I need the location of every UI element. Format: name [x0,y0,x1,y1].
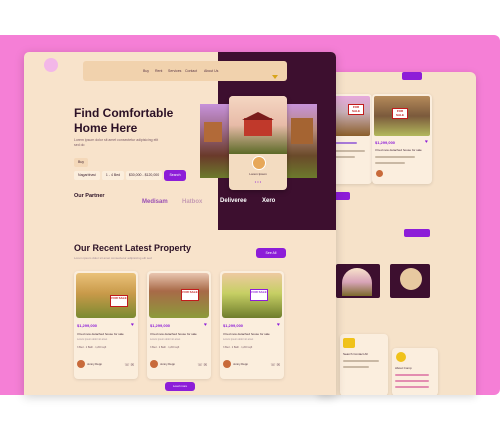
contact-icons[interactable]: ☏ ✉ [271,362,280,367]
for-sale-sign: FOR SALE [110,295,128,307]
avatar [376,170,383,177]
property-features: 3 Bed · 2 Bath · 1,200 sqft [223,346,253,349]
navbar: Buy Rent Services Contact About Us [83,61,287,81]
property-card-2[interactable]: FOR SALE $1,299,000 ♥ 3 bed new detached… [147,271,211,379]
property-address: Lorem ipsum dolor sit amet [150,338,181,341]
recent-section-subtitle: Lorem ipsum dolor sit amet consectetur a… [74,256,152,260]
hero-subtitle: Lorem ipsum dolor sit amet consectetur a… [74,138,159,147]
contact-icons[interactable]: ☏ ✉ [125,362,134,367]
avatar [150,360,158,368]
back-card-desc: 3 bed new detached house for sale [375,148,422,152]
property-image: FOR SALE [222,273,282,318]
see-all-button[interactable]: See All [256,248,286,258]
back-about-card[interactable]: About Comp [392,348,438,395]
featured-property-card[interactable]: Lorem Ipsum • • • [229,96,287,190]
recent-section-title: Our Recent Latest Property [74,243,192,253]
search-button[interactable]: Search [164,170,186,181]
nav-rent[interactable]: Rent [155,69,162,73]
contact-icons[interactable]: ☏ ✉ [198,362,207,367]
heart-icon[interactable]: ♥ [131,322,134,328]
nav-contact[interactable]: Contact [185,69,197,73]
property-image: FOR SALE [149,273,209,318]
avatar [252,156,266,170]
smile-icon [396,352,406,362]
partner-deliveree: Deliveree [220,198,247,204]
back-contact-card[interactable]: Search Contact All [340,334,388,395]
back-card-price: $1,299,000 [375,140,396,145]
load-more-button[interactable]: Load more [165,382,195,391]
back-contact-label: Search Contact All [343,352,368,356]
logo-icon [44,58,58,72]
hero-photo-left [200,104,230,178]
back-top-button[interactable] [402,72,422,80]
property-desc: 3 bed new detached house for sale [223,332,270,336]
property-address: Lorem ipsum dolor sit amet [223,338,254,341]
property-address: Lorem ipsum dolor sit amet [77,338,108,341]
agent-name: Jonny Depp [160,362,175,366]
carousel-dots[interactable]: • • • [229,179,287,184]
agent-name: Jonny Depp [233,362,248,366]
heart-icon[interactable]: ♥ [204,322,207,328]
heart-icon[interactable]: ♥ [277,322,280,328]
back-gallery-photo-1 [336,264,380,298]
for-sale-sign: FOR SALE [250,289,268,301]
nav-about[interactable]: About Us [204,69,218,73]
bedroom-select[interactable]: 1 - 4 Bed [102,171,124,180]
property-price: $1,299,000 [77,323,98,328]
partner-title: Our Partner [74,193,105,199]
featured-name: Lorem Ipsum [249,172,267,176]
envelope-icon [343,338,355,348]
property-card-1[interactable]: FOR SALE $1,299,000 ♥ 3 bed new detached… [74,271,138,379]
partner-xero: Xero [262,198,276,204]
property-desc: 3 bed new detached house for sale [150,332,197,336]
for-sale-sign: FOR SALE [348,104,364,115]
back-about-label: About Comp [395,366,412,370]
for-sale-sign: FOR SALE [181,289,199,301]
property-features: 3 Bed · 2 Bath · 1,200 sqft [150,346,180,349]
avatar [77,360,85,368]
property-desc: 3 bed new detached house for sale [77,332,124,336]
for-sale-sign: FOR SALE [392,108,408,119]
location-select[interactable]: Nagarbhavi [74,171,100,180]
property-features: 3 Bed · 2 Bath · 1,200 sqft [77,346,107,349]
featured-image [229,96,287,154]
property-card-3[interactable]: FOR SALE $1,299,000 ♥ 3 bed new detached… [220,271,284,379]
back-gallery-photo-2 [390,264,430,298]
nav-buy[interactable]: Buy [143,69,149,73]
back-view-all-button[interactable] [404,229,430,237]
hero-title: Find Comfortable Home Here [74,106,174,135]
property-image: FOR SALE [76,273,136,318]
partner-medisam: Medisam [142,199,168,205]
partner-hatbox: Hatbox [182,199,203,205]
hero-photo-right [287,104,317,178]
nav-services[interactable]: Services [168,69,181,73]
price-select[interactable]: $30,000 - $120,000 [126,171,162,180]
user-menu-icon[interactable] [271,67,279,79]
property-price: $1,299,000 [223,323,244,328]
back-mockup-page: FOR SALE FOR SALE $1,299,000 ♥ 3 bed new… [318,72,476,395]
back-property-card-2[interactable]: FOR SALE $1,299,000 ♥ 3 bed new detached… [372,94,432,184]
avatar [223,360,231,368]
agent-name: Jonny Depp [87,362,102,366]
heart-icon[interactable]: ♥ [425,139,428,145]
property-price: $1,299,000 [150,323,171,328]
filter-tab-buy[interactable]: Buy [74,158,88,167]
